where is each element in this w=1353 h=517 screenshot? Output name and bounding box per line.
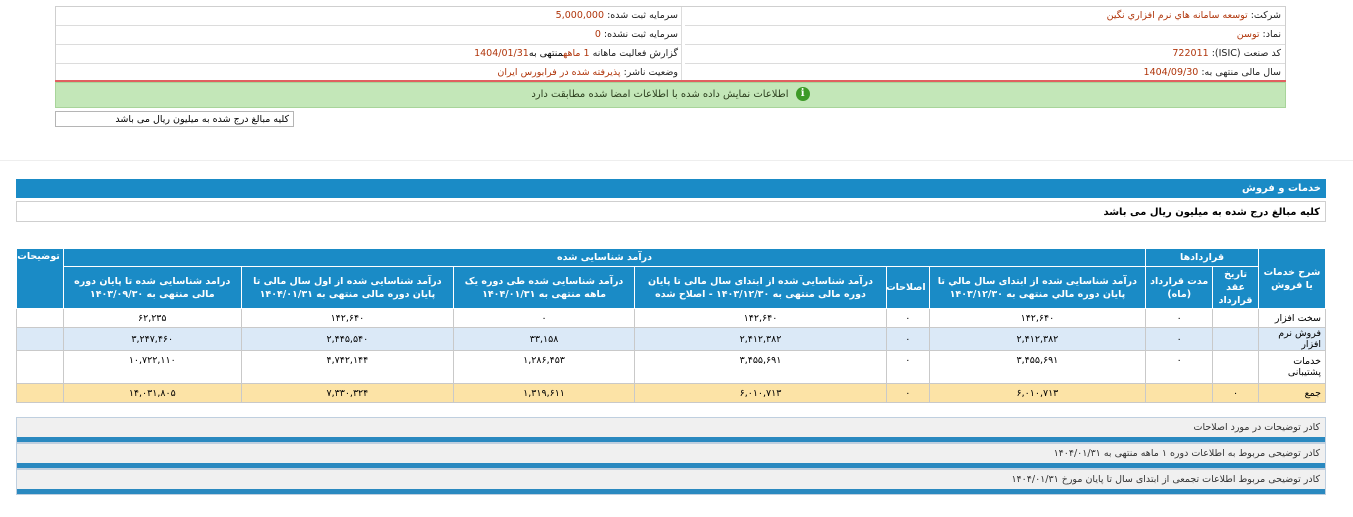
unit-note-box: کلیه مبالغ درج شده به میلیون ریال می باش… bbox=[55, 111, 294, 127]
table-total-row: جمع ۰ ۶,۰۱۰,۷۱۳ ۰ ۶,۰۱۰,۷۱۳ ۱,۳۱۹,۶۱۱ ۷,… bbox=[16, 383, 1327, 403]
row-notes bbox=[16, 350, 64, 384]
fiscal-label: سال مالی منتهی به: bbox=[1201, 67, 1281, 78]
row-rev-from-start: ۳,۴۵۵,۶۹۱ bbox=[928, 350, 1147, 384]
isic-row: کد صنعت (ISIC): 722011 bbox=[685, 45, 1285, 64]
total-label: جمع bbox=[1257, 383, 1327, 403]
symbol-value: توسن bbox=[1236, 29, 1260, 40]
row-rev-ytd: ۱۴۲,۶۴۰ bbox=[240, 308, 455, 328]
services-sales-table: شرح خدمات یا فروش قرارداد‌ها درآمد شناسا… bbox=[16, 248, 1327, 403]
row-description: خدمات پشتیبانی bbox=[1257, 350, 1327, 384]
header-rev-to-year-end: درامد شناسايی شده تا پايان دوره مالی منت… bbox=[62, 266, 242, 309]
row-corrections: ۰ bbox=[886, 350, 930, 384]
header-revenue: درآمد شناسایی شده bbox=[62, 248, 1147, 267]
company-value: توسعه سامانه هاي نرم افزاري نگين bbox=[1106, 10, 1248, 21]
header-description: شرح خدمات یا فروش bbox=[1257, 248, 1327, 309]
total-corrections: ۰ bbox=[886, 383, 930, 403]
total-contract-date: ۰ bbox=[1212, 383, 1259, 403]
notice-text: اطلاعات نمایش داده شده با اطلاعات امضا ش… bbox=[531, 89, 789, 100]
divider bbox=[0, 160, 1353, 161]
capital-value: 5,000,000 bbox=[555, 10, 605, 21]
header-rev-corrected: درآمد شناسايی شده از ابتدای سال مالی تا … bbox=[633, 266, 888, 309]
unregistered-capital-label: سرمایه ثبت نشده: bbox=[603, 29, 678, 40]
row-rev-to-year-end: ۱۰,۷۲۲,۱۱۰ bbox=[62, 350, 242, 384]
row-rev-corrected: ۱۴۲,۶۴۰ bbox=[633, 308, 888, 328]
section-title: خدمات و فروش bbox=[16, 179, 1326, 198]
row-notes bbox=[16, 308, 64, 328]
total-rev-corrected: ۶,۰۱۰,۷۱۳ bbox=[633, 383, 888, 403]
comment-title: کادر توضیحات در مورد اصلاحات bbox=[17, 418, 1325, 437]
row-rev-period: ۱,۲۸۶,۴۵۳ bbox=[453, 350, 635, 384]
section-unit-note: کلیه مبالغ درج شده به میلیون ریال می باش… bbox=[16, 201, 1326, 222]
row-contract-period: ۰ bbox=[1145, 350, 1214, 384]
row-rev-ytd: ۲,۴۴۵,۵۴۰ bbox=[240, 327, 455, 351]
info-icon: i bbox=[795, 87, 810, 101]
header-corrections: اصلاحات bbox=[886, 266, 930, 309]
row-rev-from-start: ۱۴۲,۶۴۰ bbox=[928, 308, 1147, 328]
row-rev-period: ۳۳,۱۵۸ bbox=[453, 327, 635, 351]
capital-row: سرمایه ثبت شده: 5,000,000 bbox=[56, 7, 682, 26]
unregistered-capital-row: سرمایه ثبت نشده: 0 bbox=[56, 26, 682, 45]
row-rev-to-year-end: ۶۲,۲۳۵ bbox=[62, 308, 242, 328]
row-corrections: ۰ bbox=[886, 327, 930, 351]
row-rev-corrected: ۲,۴۱۲,۳۸۲ bbox=[633, 327, 888, 351]
company-label: شرکت: bbox=[1250, 10, 1281, 21]
report-label-a: گزارش فعالیت ماهانه bbox=[592, 48, 678, 59]
total-rev-period: ۱,۳۱۹,۶۱۱ bbox=[453, 383, 635, 403]
report-label-b: منتهی به bbox=[528, 48, 564, 59]
comment-title: کادر توضیحی مربوط اطلاعات تجمعی از ابتدا… bbox=[17, 470, 1325, 489]
row-rev-to-year-end: ۳,۲۴۷,۴۶۰ bbox=[62, 327, 242, 351]
table-row: خدمات پشتیبانی ۰ ۳,۴۵۵,۶۹۱ ۰ ۳,۴۵۵,۶۹۱ ۱… bbox=[16, 350, 1327, 384]
fiscal-value: 1404/09/30 bbox=[1143, 67, 1199, 78]
total-rev-ytd: ۷,۳۳۰,۳۲۴ bbox=[240, 383, 455, 403]
header-contract-date: تاریخ عقد قرارداد bbox=[1212, 266, 1259, 309]
total-contract-period bbox=[1145, 383, 1214, 403]
status-label: وضعیت ناشر: bbox=[623, 67, 678, 78]
row-contract-period: ۰ bbox=[1145, 308, 1214, 328]
comment-title: کادر توضیحی مربوط به اطلاعات دوره ۱ ماهه… bbox=[17, 444, 1325, 463]
row-rev-from-start: ۲,۴۱۲,۳۸۲ bbox=[928, 327, 1147, 351]
table-row: فروش نرم افزار ۰ ۲,۴۱۲,۳۸۲ ۰ ۲,۴۱۲,۳۸۲ ۳… bbox=[16, 327, 1327, 351]
row-notes bbox=[16, 327, 64, 351]
header-rev-from-start: درآمد شناسايی شده از ابتدای سال مالي تا … bbox=[928, 266, 1147, 309]
symbol-row: نماد: توسن bbox=[685, 26, 1285, 45]
row-contract-date bbox=[1212, 327, 1259, 351]
row-contract-period: ۰ bbox=[1145, 327, 1214, 351]
total-rev-to-year-end: ۱۴,۰۳۱,۸۰۵ bbox=[62, 383, 242, 403]
comment-body[interactable] bbox=[17, 463, 1325, 468]
row-rev-period: ۰ bbox=[453, 308, 635, 328]
row-contract-date bbox=[1212, 308, 1259, 328]
isic-value: 722011 bbox=[1172, 48, 1209, 59]
report-row: گزارش فعالیت ماهانه 1 ماههمنتهی به1404/0… bbox=[56, 45, 682, 64]
verification-notice: i اطلاعات نمایش داده شده با اطلاعات امضا… bbox=[55, 82, 1286, 108]
row-rev-ytd: ۴,۷۴۲,۱۴۴ bbox=[240, 350, 455, 384]
total-rev-from-start: ۶,۰۱۰,۷۱۳ bbox=[928, 383, 1147, 403]
header-notes: توضیحات bbox=[16, 248, 64, 309]
report-value-a: 1 ماهه bbox=[563, 48, 590, 59]
unregistered-capital-value: 0 bbox=[594, 29, 601, 40]
comment-box-corrections: کادر توضیحات در مورد اصلاحات bbox=[16, 417, 1326, 443]
header-contracts: قرارداد‌ها bbox=[1145, 248, 1259, 267]
header-rev-ytd: درآمد شناسايی شده از اول سال مالی تا پای… bbox=[240, 266, 455, 309]
report-value-b: 1404/01/31 bbox=[474, 48, 529, 59]
row-description: سخت افزار bbox=[1257, 308, 1327, 328]
company-row: شرکت: توسعه سامانه هاي نرم افزاري نگين bbox=[685, 7, 1285, 26]
row-rev-corrected: ۳,۴۵۵,۶۹۱ bbox=[633, 350, 888, 384]
capital-label: سرمایه ثبت شده: bbox=[607, 10, 678, 21]
header-contract-period: مدت قرارداد (ماه) bbox=[1145, 266, 1214, 309]
isic-label: کد صنعت (ISIC): bbox=[1211, 48, 1281, 59]
row-description: فروش نرم افزار bbox=[1257, 327, 1327, 351]
comment-box-period: کادر توضیحی مربوط به اطلاعات دوره ۱ ماهه… bbox=[16, 443, 1326, 469]
comment-box-cumulative: کادر توضیحی مربوط اطلاعات تجمعی از ابتدا… bbox=[16, 469, 1326, 495]
row-corrections: ۰ bbox=[886, 308, 930, 328]
status-value: پذیرفته شده در فرابورس ایران bbox=[497, 67, 621, 78]
row-contract-date bbox=[1212, 350, 1259, 384]
symbol-label: نماد: bbox=[1262, 29, 1281, 40]
company-info-panel: شرکت: توسعه سامانه هاي نرم افزاري نگين ن… bbox=[55, 6, 1286, 82]
comment-body[interactable] bbox=[17, 489, 1325, 494]
comment-body[interactable] bbox=[17, 437, 1325, 442]
total-notes bbox=[16, 383, 64, 403]
table-row: سخت افزار ۰ ۱۴۲,۶۴۰ ۰ ۱۴۲,۶۴۰ ۰ ۱۴۲,۶۴۰ … bbox=[16, 308, 1327, 328]
header-rev-period: درآمد شناسایی شده طی دوره یک ماهه منتهی … bbox=[453, 266, 635, 309]
